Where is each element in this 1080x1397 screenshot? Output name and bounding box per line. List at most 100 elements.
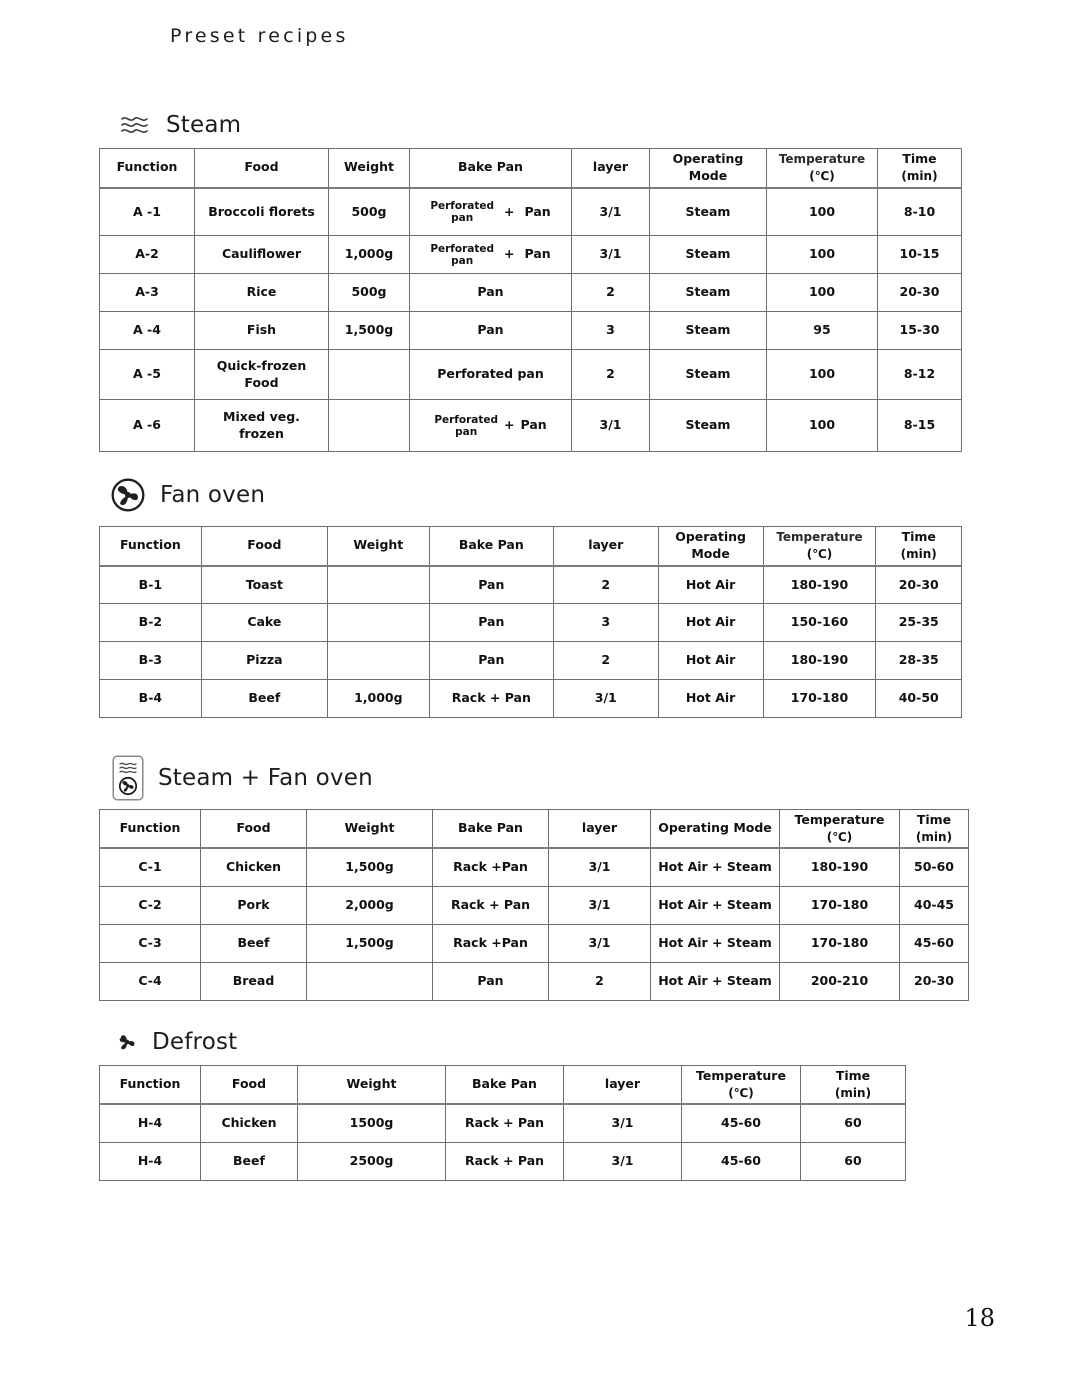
col-header-temperature-text: Temperature <box>794 812 885 827</box>
cell-function: C-2 <box>99 885 201 925</box>
table-steam-fan-oven: Function Food Weight Bake Pan layer Oper… <box>99 809 969 1001</box>
cell-food: Rice <box>194 273 329 313</box>
cell-weight: 1,000g <box>326 679 430 719</box>
section-heading-steam-fan-oven: Steam + Fan oven <box>112 755 373 801</box>
section-heading-defrost: Defrost <box>116 1022 237 1062</box>
cell-time: 60 <box>800 1141 906 1181</box>
cell-layer: 3/1 <box>548 847 651 887</box>
section-label-steam: Steam <box>166 112 242 138</box>
table-row: B-1 Toast Pan 2 Hot Air 180-190 20-30 <box>99 565 962 605</box>
col-header-function: Function <box>99 525 202 567</box>
page-number: 18 <box>964 1304 995 1332</box>
cell-function: B-3 <box>99 641 202 681</box>
col-header-layer: layer <box>552 525 659 567</box>
cell-temperature: 200-210 <box>779 961 900 1001</box>
cell-bake-pan: Perforated pan <box>409 349 572 401</box>
table-row: A -5 Quick-frozen Food Perforated pan 2 … <box>99 349 962 401</box>
cell-function: B-2 <box>99 603 202 643</box>
col-header-food: Food <box>194 147 329 189</box>
cell-time: 15-30 <box>877 311 962 351</box>
cell-food: Beef <box>200 923 307 963</box>
cell-operating-mode: Hot Air + Steam <box>650 923 780 963</box>
table-fan-oven: Function Food Weight Bake Pan layer Oper… <box>99 525 962 719</box>
cell-bake-pan: Pan <box>409 311 572 351</box>
cell-weight <box>328 349 410 401</box>
cell-food: Fish <box>194 311 329 351</box>
col-header-time-unit: (min) <box>834 1085 872 1100</box>
cell-time: 8-12 <box>877 349 962 401</box>
cell-layer: 2 <box>548 961 651 1001</box>
cell-function: A -5 <box>99 349 195 401</box>
col-header-time-text: Time <box>916 812 952 827</box>
col-header-temperature-text: Temperature <box>696 1068 786 1083</box>
cell-layer: 2 <box>571 273 650 313</box>
col-header-time-unit: (min) <box>901 169 938 184</box>
col-header-operating-mode: Operating Mode <box>657 525 764 567</box>
fan-oven-icon <box>110 477 146 513</box>
col-header-time: Time (min) <box>899 809 969 850</box>
cell-weight: 2,000g <box>306 885 433 925</box>
table-row: C-3 Beef 1,500g Rack +Pan 3/1 Hot Air + … <box>99 923 969 963</box>
col-header-temperature-text: Temperature <box>778 152 866 167</box>
cell-time: 10-15 <box>877 235 962 275</box>
section-heading-steam: Steam <box>118 105 241 145</box>
table-row: B-3 Pizza Pan 2 Hot Air 180-190 28-35 <box>99 641 962 681</box>
plus-symbol: + <box>504 246 515 262</box>
cell-temperature: 180-190 <box>762 565 877 605</box>
cell-time: 40-45 <box>899 885 969 925</box>
section-label-steam-fan-oven: Steam + Fan oven <box>158 765 373 791</box>
col-header-temperature-unit: (℃) <box>806 547 833 562</box>
col-header-function: Function <box>99 147 195 189</box>
col-header-temperature-unit: (℃) <box>826 829 853 844</box>
col-header-layer: layer <box>563 1065 682 1106</box>
cell-time: 20-30 <box>899 961 969 1001</box>
cell-operating-mode: Hot Air <box>657 641 764 681</box>
cell-food: Toast <box>200 565 328 605</box>
col-header-temperature-unit: (℃) <box>728 1085 754 1100</box>
pan-label: Pan <box>524 203 551 219</box>
table-header-row: Function Food Weight Bake Pan layer Temp… <box>99 1065 906 1106</box>
cell-function: C-3 <box>99 923 201 963</box>
col-header-time: Time (min) <box>877 147 962 189</box>
cell-time: 25-35 <box>875 603 962 643</box>
col-header-time-text: Time <box>835 1068 871 1083</box>
col-header-temperature: Temperature (℃) <box>681 1065 801 1106</box>
cell-weight: 500g <box>328 273 410 313</box>
cell-food: Bread <box>200 961 307 1001</box>
table-steam: Function Food Weight Bake Pan layer Oper… <box>99 147 962 453</box>
cell-food: Chicken <box>200 1103 298 1143</box>
cell-layer: 3/1 <box>548 923 651 963</box>
cell-time: 8-15 <box>877 399 962 453</box>
cell-function: C-4 <box>99 961 201 1001</box>
cell-function: A-2 <box>99 235 195 275</box>
cell-time: 20-30 <box>875 565 962 605</box>
cell-layer: 2 <box>552 565 659 605</box>
cell-layer: 3/1 <box>552 679 659 719</box>
cell-time: 50-60 <box>899 847 969 887</box>
cell-temperature: 45-60 <box>681 1141 801 1181</box>
col-header-time: Time (min) <box>800 1065 906 1106</box>
cell-layer: 3 <box>571 311 650 351</box>
cell-food: Cake <box>200 603 328 643</box>
cell-bake-pan: Rack +Pan <box>432 847 549 887</box>
cell-operating-mode: Hot Air <box>657 565 764 605</box>
col-header-time-unit: (min) <box>900 547 937 562</box>
col-header-temperature-unit: (℃) <box>809 169 835 184</box>
cell-temperature: 170-180 <box>779 923 900 963</box>
cell-food: Cauliflower <box>194 235 329 275</box>
cell-operating-mode: Hot Air + Steam <box>650 885 780 925</box>
plus-symbol: + <box>504 203 515 219</box>
cell-temperature: 100 <box>766 349 878 401</box>
cell-weight: 1,500g <box>328 311 410 351</box>
cell-function: H-4 <box>99 1141 201 1181</box>
cell-layer: 3/1 <box>563 1103 682 1143</box>
cell-time: 20-30 <box>877 273 962 313</box>
col-header-operating-mode: Operating Mode <box>650 809 780 850</box>
cell-operating-mode: Steam <box>649 399 767 453</box>
table-row: A -1 Broccoli florets 500g Perforated pa… <box>99 187 962 237</box>
col-header-weight: Weight <box>306 809 433 850</box>
table-row: C-1 Chicken 1,500g Rack +Pan 3/1 Hot Air… <box>99 847 969 887</box>
cell-food: Beef <box>200 679 328 719</box>
cell-operating-mode: Hot Air + Steam <box>650 847 780 887</box>
cell-operating-mode: Hot Air <box>657 679 764 719</box>
